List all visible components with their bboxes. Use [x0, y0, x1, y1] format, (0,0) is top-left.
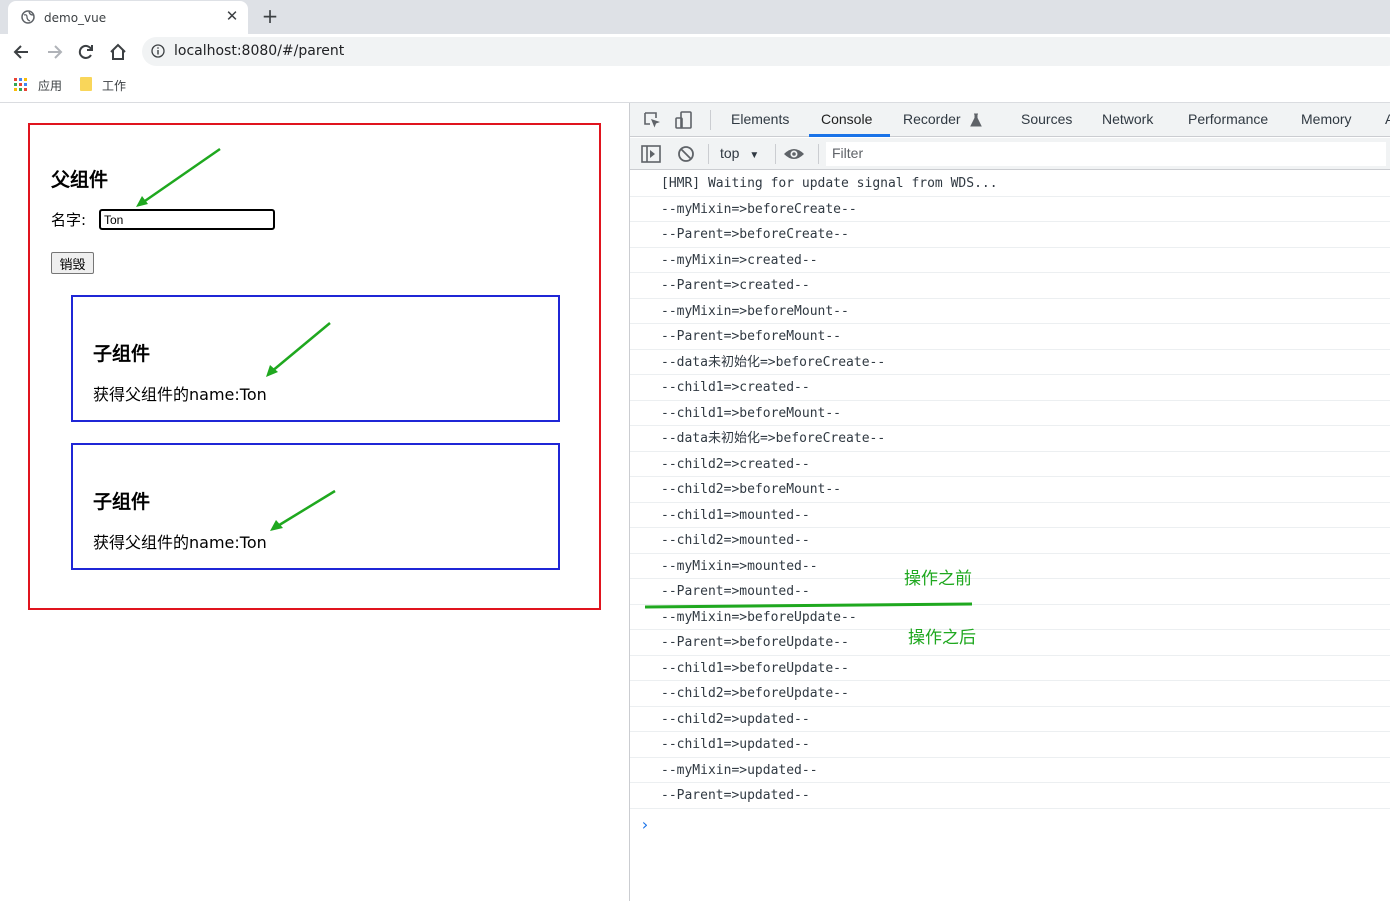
tab-console[interactable]: Console [821, 111, 872, 127]
console-message: --Parent=>beforeCreate-- [630, 222, 1390, 248]
console-message: --child1=>beforeMount-- [630, 401, 1390, 426]
sidebar-toggle-icon[interactable] [641, 144, 661, 164]
name-label: 名字: [51, 211, 87, 229]
console-message: --Parent=>updated-- [630, 783, 1390, 809]
clear-console-icon[interactable] [676, 144, 696, 164]
context-selector[interactable]: top ▼ [720, 145, 759, 161]
tab-elements[interactable]: Elements [731, 111, 789, 127]
filter-input[interactable]: Filter [826, 142, 1386, 166]
devtools-panel: Elements Console Recorder Sources Networ… [629, 103, 1390, 901]
console-message: --myMixin=>beforeUpdate-- [630, 605, 1390, 630]
console-message: --myMixin=>beforeMount-- [630, 299, 1390, 324]
child-name-text: 获得父组件的name:Ton [93, 533, 267, 552]
console-message: --myMixin=>beforeCreate-- [630, 197, 1390, 222]
console-message: --Parent=>beforeUpdate-- [630, 630, 1390, 656]
apps-grid-icon [14, 78, 27, 91]
console-message: --child2=>beforeUpdate-- [630, 681, 1390, 707]
reload-icon[interactable] [76, 42, 96, 62]
console-message: --Parent=>mounted-- [630, 579, 1390, 605]
tab-overflow[interactable]: A [1385, 111, 1390, 127]
tab-memory[interactable]: Memory [1301, 111, 1352, 127]
separator [775, 144, 776, 164]
console-message: --child2=>beforeMount-- [630, 477, 1390, 503]
console-message: --child2=>mounted-- [630, 528, 1390, 554]
info-icon[interactable] [151, 44, 165, 58]
tab-strip: demo_vue ✕ + [0, 0, 1390, 34]
console-message: --Parent=>beforeMount-- [630, 324, 1390, 350]
console-message: --child1=>updated-- [630, 732, 1390, 758]
child-title: 子组件 [93, 343, 151, 365]
context-label: top [720, 145, 740, 161]
console-prompt-icon[interactable]: › [640, 815, 650, 834]
console-log: [HMR] Waiting for update signal from WDS… [630, 171, 1390, 834]
console-message: --child1=>created-- [630, 375, 1390, 401]
close-icon[interactable]: ✕ [224, 8, 240, 24]
child-component: 子组件 获得父组件的name:Ton [71, 295, 560, 422]
devtools-tabbar: Elements Console Recorder Sources Networ… [630, 103, 1390, 137]
separator [710, 110, 711, 130]
bookmark-label: 工作 [102, 79, 127, 93]
console-message: --data未初始化=>beforeCreate-- [630, 426, 1390, 452]
destroy-button[interactable]: 销毁 [51, 252, 94, 274]
back-icon[interactable] [12, 42, 32, 62]
separator [818, 144, 819, 164]
globe-icon [21, 10, 35, 24]
folder-icon [80, 77, 92, 91]
tab-performance[interactable]: Performance [1188, 111, 1268, 127]
url-text[interactable]: localhost:8080/#/parent [174, 43, 344, 59]
bookmark-label: 应用 [38, 79, 63, 93]
browser-toolbar: localhost:8080/#/parent [0, 34, 1390, 70]
flask-icon [970, 113, 982, 127]
page-viewport: 父组件 名字: 销毁 子组件 获得父组件的name:Ton 子组件 获得父组件的… [0, 103, 629, 901]
forward-icon[interactable] [44, 42, 64, 62]
console-message: --myMixin=>created-- [630, 248, 1390, 273]
console-message: --child1=>mounted-- [630, 503, 1390, 528]
device-toolbar-icon[interactable] [674, 110, 694, 130]
home-icon[interactable] [108, 42, 128, 62]
console-message: --Parent=>created-- [630, 273, 1390, 299]
annotation-after: 操作之后 [908, 628, 976, 648]
console-message: [HMR] Waiting for update signal from WDS… [630, 171, 1390, 197]
console-message: --child2=>created-- [630, 452, 1390, 477]
inspect-icon[interactable] [642, 110, 662, 130]
bookmarks-bar: 应用 工作 [0, 70, 1390, 103]
annotation-before: 操作之前 [904, 569, 972, 589]
tab-sources[interactable]: Sources [1021, 111, 1072, 127]
console-message: --myMixin=>mounted-- [630, 554, 1390, 579]
separator [708, 144, 709, 164]
child-title: 子组件 [93, 491, 151, 513]
console-message: --child1=>beforeUpdate-- [630, 656, 1390, 681]
child-name-text: 获得父组件的name:Ton [93, 385, 267, 404]
tab-recorder[interactable]: Recorder [903, 111, 961, 127]
parent-component: 父组件 名字: 销毁 子组件 获得父组件的name:Ton 子组件 获得父组件的… [28, 123, 601, 610]
parent-title: 父组件 [51, 169, 109, 191]
console-message: --child2=>updated-- [630, 707, 1390, 732]
address-bar[interactable]: localhost:8080/#/parent [142, 37, 1390, 66]
console-toolbar: top ▼ Filter [630, 138, 1390, 170]
console-message: --myMixin=>updated-- [630, 758, 1390, 783]
tab-network[interactable]: Network [1102, 111, 1153, 127]
name-input[interactable] [99, 209, 275, 230]
eye-icon[interactable] [783, 144, 805, 164]
dropdown-arrow-icon: ▼ [749, 150, 760, 161]
new-tab-icon[interactable]: + [260, 5, 280, 27]
child-component: 子组件 获得父组件的name:Ton [71, 443, 560, 570]
tab-title: demo_vue [44, 11, 107, 25]
browser-tab[interactable]: demo_vue ✕ [8, 1, 248, 34]
console-message: --data未初始化=>beforeCreate-- [630, 350, 1390, 375]
active-tab-indicator [809, 134, 890, 137]
